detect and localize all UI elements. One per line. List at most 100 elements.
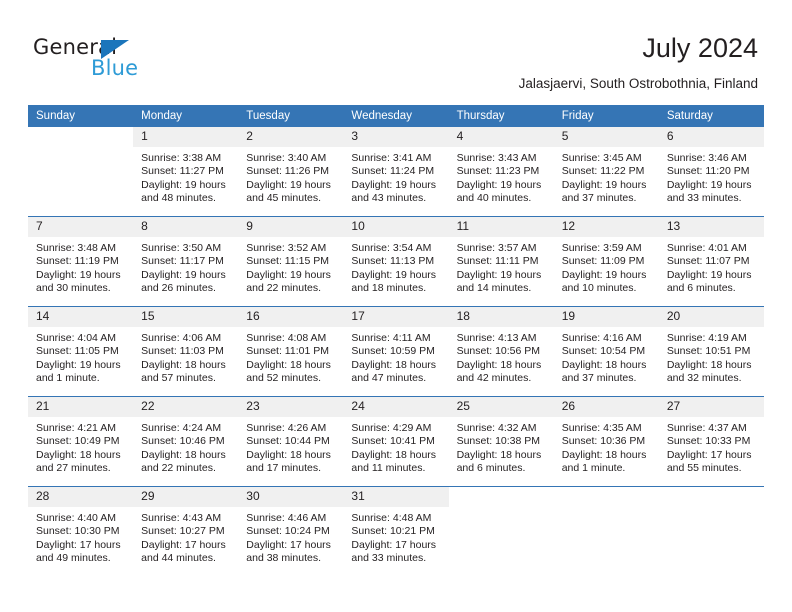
day-number: 5 <box>553 127 659 147</box>
day-sun-info <box>659 507 764 512</box>
day-cell[interactable]: 13 Sunrise: 4:01 AM Sunset: 11:07 PM Day… <box>658 216 764 307</box>
day-sun-info: Sunrise: 4:37 AM Sunset: 10:33 PM Daylig… <box>666 422 752 475</box>
day-cell[interactable]: 27 Sunrise: 4:37 AM Sunset: 10:33 PM Day… <box>658 396 764 487</box>
day-cell[interactable]: 17 Sunrise: 4:11 AM Sunset: 10:59 PM Day… <box>343 306 449 397</box>
day-number <box>553 487 659 507</box>
day-sun-info: Sunrise: 4:43 AM Sunset: 10:27 PM Daylig… <box>141 512 226 565</box>
day-cell[interactable]: 1 Sunrise: 3:38 AM Sunset: 11:27 PM Dayl… <box>133 127 239 217</box>
day-cell[interactable]: 14 Sunrise: 4:04 AM Sunset: 11:05 PM Day… <box>28 306 134 397</box>
day-number: 22 <box>133 397 239 417</box>
calendar-body: 1 Sunrise: 3:38 AM Sunset: 11:27 PM Dayl… <box>28 127 764 576</box>
day-cell[interactable]: 23 Sunrise: 4:26 AM Sunset: 10:44 PM Day… <box>238 396 344 487</box>
day-number: 26 <box>553 397 659 417</box>
day-number: 16 <box>238 307 344 327</box>
day-cell[interactable]: 5 Sunrise: 3:45 AM Sunset: 11:22 PM Dayl… <box>553 127 659 217</box>
day-sun-info: Sunrise: 4:29 AM Sunset: 10:41 PM Daylig… <box>351 422 437 475</box>
calendar-week-row: 1 Sunrise: 3:38 AM Sunset: 11:27 PM Dayl… <box>28 127 764 217</box>
day-sun-info: Sunrise: 4:16 AM Sunset: 10:54 PM Daylig… <box>561 332 647 385</box>
weekday-header-wednesday: Wednesday <box>343 105 449 127</box>
day-cell[interactable]: 12 Sunrise: 3:59 AM Sunset: 11:09 PM Day… <box>553 216 659 307</box>
day-sun-info: Sunrise: 4:01 AM Sunset: 11:07 PM Daylig… <box>666 242 752 295</box>
day-sun-info: Sunrise: 3:46 AM Sunset: 11:20 PM Daylig… <box>666 152 752 205</box>
day-sun-info: Sunrise: 4:32 AM Sunset: 10:38 PM Daylig… <box>456 422 542 475</box>
day-cell[interactable]: 25 Sunrise: 4:32 AM Sunset: 10:38 PM Day… <box>448 396 554 487</box>
day-number: 25 <box>448 397 554 417</box>
day-sun-info: Sunrise: 4:48 AM Sunset: 10:21 PM Daylig… <box>351 512 437 565</box>
day-sun-info: Sunrise: 4:26 AM Sunset: 10:44 PM Daylig… <box>246 422 331 475</box>
month-calendar-table: Sunday Monday Tuesday Wednesday Thursday… <box>28 105 764 576</box>
calendar-week-row: 14 Sunrise: 4:04 AM Sunset: 11:05 PM Day… <box>28 306 764 397</box>
day-sun-info: Sunrise: 4:13 AM Sunset: 10:56 PM Daylig… <box>456 332 542 385</box>
day-cell[interactable]: 11 Sunrise: 3:57 AM Sunset: 11:11 PM Day… <box>448 216 554 307</box>
day-cell[interactable] <box>553 486 659 576</box>
day-sun-info <box>28 147 133 152</box>
day-number <box>658 487 764 507</box>
day-cell[interactable]: 20 Sunrise: 4:19 AM Sunset: 10:51 PM Day… <box>658 306 764 397</box>
day-cell[interactable]: 15 Sunrise: 4:06 AM Sunset: 11:03 PM Day… <box>133 306 239 397</box>
day-sun-info: Sunrise: 4:04 AM Sunset: 11:05 PM Daylig… <box>36 332 121 385</box>
day-sun-info <box>449 507 554 512</box>
weekday-header-tuesday: Tuesday <box>238 105 344 127</box>
day-sun-info: Sunrise: 4:40 AM Sunset: 10:30 PM Daylig… <box>36 512 121 565</box>
calendar-week-row: 7 Sunrise: 3:48 AM Sunset: 11:19 PM Dayl… <box>28 216 764 307</box>
day-number: 2 <box>238 127 344 147</box>
day-number: 8 <box>133 217 239 237</box>
day-number: 7 <box>28 217 134 237</box>
day-number: 27 <box>658 397 764 417</box>
general-blue-logo[interactable]: General Blue <box>33 36 233 86</box>
day-cell[interactable]: 22 Sunrise: 4:24 AM Sunset: 10:46 PM Day… <box>133 396 239 487</box>
weekday-header-monday: Monday <box>133 105 239 127</box>
day-sun-info: Sunrise: 4:24 AM Sunset: 10:46 PM Daylig… <box>141 422 226 475</box>
day-cell[interactable]: 29 Sunrise: 4:43 AM Sunset: 10:27 PM Day… <box>133 486 239 576</box>
day-number: 6 <box>658 127 764 147</box>
day-sun-info: Sunrise: 4:11 AM Sunset: 10:59 PM Daylig… <box>351 332 437 385</box>
day-cell[interactable]: 31 Sunrise: 4:48 AM Sunset: 10:21 PM Day… <box>343 486 449 576</box>
day-cell[interactable]: 18 Sunrise: 4:13 AM Sunset: 10:56 PM Day… <box>448 306 554 397</box>
day-number: 21 <box>28 397 134 417</box>
day-cell[interactable]: 16 Sunrise: 4:08 AM Sunset: 11:01 PM Day… <box>238 306 344 397</box>
day-number: 19 <box>553 307 659 327</box>
day-cell[interactable]: 8 Sunrise: 3:50 AM Sunset: 11:17 PM Dayl… <box>133 216 239 307</box>
day-cell[interactable]: 28 Sunrise: 4:40 AM Sunset: 10:30 PM Day… <box>28 486 134 576</box>
day-number: 11 <box>448 217 554 237</box>
weekday-header-row: Sunday Monday Tuesday Wednesday Thursday… <box>28 105 764 127</box>
day-cell[interactable]: 6 Sunrise: 3:46 AM Sunset: 11:20 PM Dayl… <box>658 127 764 217</box>
day-number: 1 <box>133 127 239 147</box>
day-number: 12 <box>553 217 659 237</box>
day-number: 24 <box>343 397 449 417</box>
calendar-page: General Blue July 2024 Jalasjaervi, Sout… <box>0 0 792 612</box>
day-number <box>28 127 134 147</box>
day-cell[interactable]: 7 Sunrise: 3:48 AM Sunset: 11:19 PM Dayl… <box>28 216 134 307</box>
day-cell[interactable] <box>28 127 134 217</box>
day-cell[interactable]: 26 Sunrise: 4:35 AM Sunset: 10:36 PM Day… <box>553 396 659 487</box>
day-number: 10 <box>343 217 449 237</box>
day-sun-info: Sunrise: 3:50 AM Sunset: 11:17 PM Daylig… <box>141 242 226 295</box>
day-sun-info: Sunrise: 3:48 AM Sunset: 11:19 PM Daylig… <box>36 242 121 295</box>
day-number: 17 <box>343 307 449 327</box>
day-cell[interactable]: 3 Sunrise: 3:41 AM Sunset: 11:24 PM Dayl… <box>343 127 449 217</box>
day-number: 23 <box>238 397 344 417</box>
day-sun-info: Sunrise: 4:06 AM Sunset: 11:03 PM Daylig… <box>141 332 226 385</box>
day-cell[interactable]: 4 Sunrise: 3:43 AM Sunset: 11:23 PM Dayl… <box>448 127 554 217</box>
day-cell[interactable]: 21 Sunrise: 4:21 AM Sunset: 10:49 PM Day… <box>28 396 134 487</box>
day-number: 30 <box>238 487 344 507</box>
day-number: 28 <box>28 487 134 507</box>
page-header: General Blue July 2024 Jalasjaervi, Sout… <box>0 0 792 100</box>
day-cell[interactable]: 19 Sunrise: 4:16 AM Sunset: 10:54 PM Day… <box>553 306 659 397</box>
day-number: 29 <box>133 487 239 507</box>
day-cell[interactable] <box>658 486 764 576</box>
day-cell[interactable]: 2 Sunrise: 3:40 AM Sunset: 11:26 PM Dayl… <box>238 127 344 217</box>
day-cell[interactable] <box>448 486 554 576</box>
day-sun-info: Sunrise: 3:54 AM Sunset: 11:13 PM Daylig… <box>351 242 437 295</box>
day-cell[interactable]: 30 Sunrise: 4:46 AM Sunset: 10:24 PM Day… <box>238 486 344 576</box>
day-sun-info: Sunrise: 4:21 AM Sunset: 10:49 PM Daylig… <box>36 422 121 475</box>
weekday-header-sunday: Sunday <box>28 105 134 127</box>
calendar-week-row: 21 Sunrise: 4:21 AM Sunset: 10:49 PM Day… <box>28 396 764 487</box>
day-number: 13 <box>658 217 764 237</box>
day-cell[interactable]: 10 Sunrise: 3:54 AM Sunset: 11:13 PM Day… <box>343 216 449 307</box>
day-cell[interactable]: 9 Sunrise: 3:52 AM Sunset: 11:15 PM Dayl… <box>238 216 344 307</box>
day-cell[interactable]: 24 Sunrise: 4:29 AM Sunset: 10:41 PM Day… <box>343 396 449 487</box>
day-number: 31 <box>343 487 449 507</box>
day-sun-info: Sunrise: 4:35 AM Sunset: 10:36 PM Daylig… <box>561 422 647 475</box>
weekday-header-friday: Friday <box>553 105 659 127</box>
